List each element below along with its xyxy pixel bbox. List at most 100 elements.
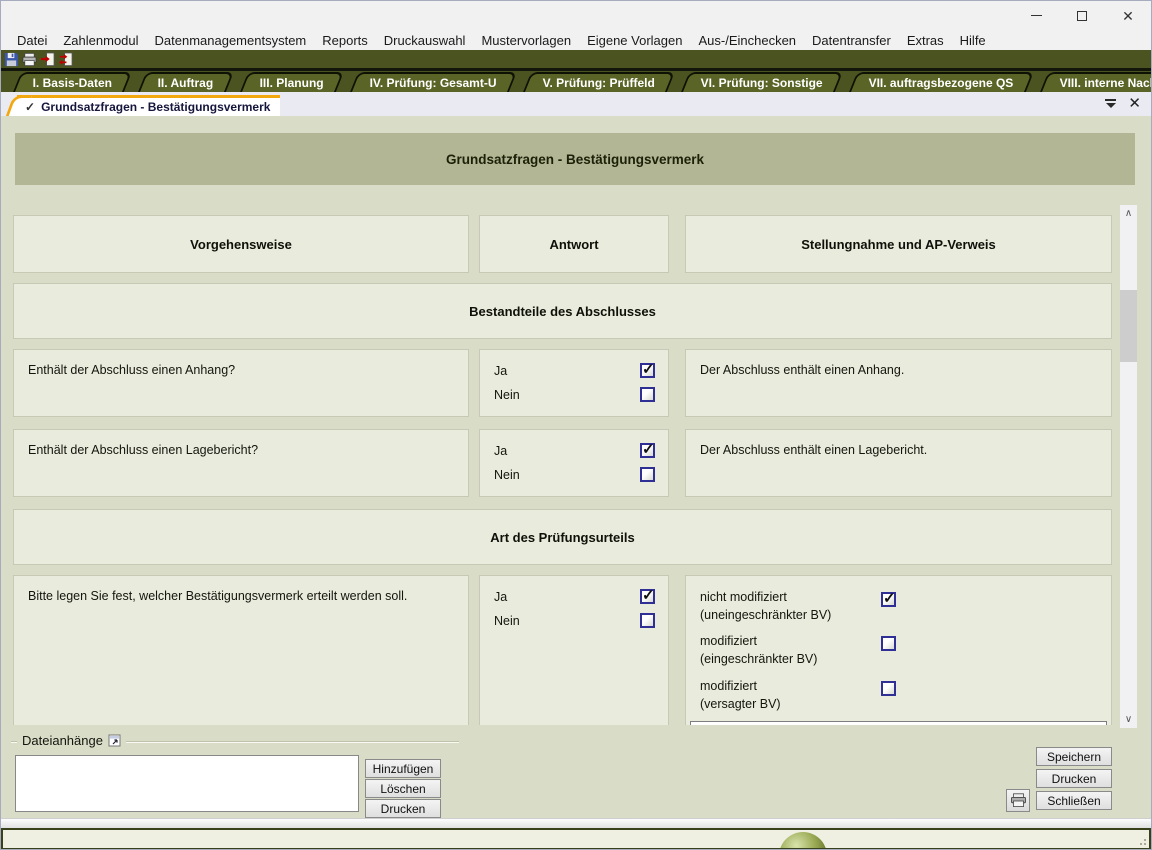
- tab-auftrag[interactable]: II. Auftrag: [138, 72, 234, 92]
- bv-option-label: nicht modifiziert(uneingeschränkter BV): [700, 588, 831, 624]
- answer-cell: Ja ✓ Nein: [479, 575, 669, 725]
- menu-reports[interactable]: Reports: [314, 33, 376, 48]
- section-row: Art des Prüfungsurteils: [13, 509, 1112, 565]
- main-tab-bar: I. Basis-Daten II. Auftrag III. Planung …: [1, 68, 1151, 92]
- tab-label: VIII. interne Nachschau: [1059, 76, 1152, 90]
- question-cell: Enthält der Abschluss einen Lagebericht?: [13, 429, 469, 497]
- app-window: ✕ Datei Zahlenmodul Datenmanagementsyste…: [0, 0, 1152, 850]
- menu-druckauswahl[interactable]: Druckauswahl: [376, 33, 474, 48]
- subtab-grundsatzfragen[interactable]: ✓ Grundsatzfragen - Bestätigungsvermerk: [17, 95, 280, 116]
- tab-label: I. Basis-Daten: [33, 76, 112, 90]
- minimize-button[interactable]: [1013, 1, 1059, 30]
- print-button[interactable]: Drucken: [1036, 769, 1112, 788]
- menu-datentransfer[interactable]: Datentransfer: [804, 33, 899, 48]
- add-attachment-button[interactable]: Hinzufügen: [365, 759, 441, 778]
- tab-interne-nachschau[interactable]: VIII. interne Nachschau: [1040, 72, 1152, 92]
- save-icon[interactable]: [4, 52, 19, 67]
- nein-checkbox[interactable]: [640, 387, 655, 402]
- column-header-stellungnahme: Stellungnahme und AP-Verweis: [685, 215, 1112, 273]
- document-tab-strip: ✓ Grundsatzfragen - Bestätigungsvermerk …: [1, 92, 1151, 116]
- menu-mustervorlagen[interactable]: Mustervorlagen: [473, 33, 579, 48]
- title-bar: ✕: [1, 1, 1151, 30]
- questionnaire-table: Vorgehensweise Antwort Stellungnahme und…: [1, 205, 1151, 728]
- bv-modifiziert-eingeschraenkt-checkbox[interactable]: [881, 636, 896, 651]
- tab-auftragsbezogene-qs[interactable]: VII. auftragsbezogene QS: [849, 72, 1034, 92]
- maximize-icon: [1077, 11, 1087, 21]
- bv-option: modifiziert(versagter BV): [700, 677, 896, 713]
- tab-list-dropdown-icon[interactable]: [1105, 99, 1116, 108]
- bv-modifiziert-versagt-checkbox[interactable]: [881, 681, 896, 696]
- menu-bar: Datei Zahlenmodul Datenmanagementsystem …: [1, 30, 1151, 50]
- table-row: Bitte legen Sie fest, welcher Bestätigun…: [13, 575, 1112, 725]
- menu-datenmanagementsystem[interactable]: Datenmanagementsystem: [147, 33, 315, 48]
- check-in-icon[interactable]: [40, 52, 55, 67]
- bv-options-cell: nicht modifiziert(uneingeschränkter BV) …: [685, 575, 1112, 725]
- section-row: Bestandteile des Abschlusses: [13, 283, 1112, 339]
- menu-zahlenmodul[interactable]: Zahlenmodul: [55, 33, 146, 48]
- table-row: Enthält der Abschluss einen Lagebericht?…: [13, 429, 1112, 497]
- resize-grip[interactable]: [1138, 837, 1146, 845]
- answer-cell: Ja ✓ Nein: [479, 349, 669, 417]
- status-bar: [1, 828, 1151, 849]
- close-form-button[interactable]: Schließen: [1036, 791, 1112, 810]
- print-icon[interactable]: [22, 52, 37, 67]
- tab-basis-daten[interactable]: I. Basis-Daten: [13, 72, 132, 92]
- save-button[interactable]: Speichern: [1036, 747, 1112, 766]
- bv-option: nicht modifiziert(uneingeschränkter BV) …: [700, 588, 896, 624]
- bv-option: modifiziert(eingeschränkter BV): [700, 632, 896, 668]
- menu-datei[interactable]: Datei: [9, 33, 55, 48]
- column-header-vorgehensweise: Vorgehensweise: [13, 215, 469, 273]
- tab-pruefung-prueffeld[interactable]: V. Prüfung: Prüffeld: [523, 72, 675, 92]
- scrollbar-thumb[interactable]: [1120, 290, 1137, 362]
- check-in-out-icon[interactable]: [58, 52, 73, 67]
- tab-planung[interactable]: III. Planung: [240, 72, 344, 92]
- ja-label: Ja: [494, 590, 507, 604]
- subtab-label: Grundsatzfragen - Bestätigungsvermerk: [41, 100, 270, 114]
- quick-print-button[interactable]: [1006, 789, 1030, 812]
- bv-option-label: modifiziert(versagter BV): [700, 677, 781, 713]
- scroll-down-arrow[interactable]: ∨: [1120, 711, 1137, 728]
- status-sphere-icon: [779, 832, 827, 849]
- ja-checkbox[interactable]: ✓: [640, 589, 655, 604]
- nein-checkbox[interactable]: [640, 613, 655, 628]
- tab-label: VI. Prüfung: Sonstige: [701, 76, 823, 90]
- question-cell: Enthält der Abschluss einen Anhang?: [13, 349, 469, 417]
- bv-free-text-input[interactable]: [690, 721, 1107, 725]
- attachments-listbox[interactable]: [15, 755, 359, 812]
- tab-pruefung-sonstige[interactable]: VI. Prüfung: Sonstige: [681, 72, 843, 92]
- status-divider: [1, 818, 1151, 828]
- menu-aus-einchecken[interactable]: Aus-/Einchecken: [690, 33, 804, 48]
- ja-checkbox[interactable]: ✓: [640, 363, 655, 378]
- comment-cell: Der Abschluss enthält einen Anhang.: [685, 349, 1112, 417]
- nein-label: Nein: [494, 614, 520, 628]
- attachments-group: Dateianhänge Hinzufügen Löschen Drucken: [11, 733, 459, 815]
- menu-hilfe[interactable]: Hilfe: [952, 33, 994, 48]
- answer-cell: Ja ✓ Nein: [479, 429, 669, 497]
- ja-checkbox[interactable]: ✓: [640, 443, 655, 458]
- nein-checkbox[interactable]: [640, 467, 655, 482]
- window-controls: ✕: [1013, 1, 1151, 30]
- column-header-antwort: Antwort: [479, 215, 669, 273]
- ja-label: Ja: [494, 364, 507, 378]
- table-header-row: Vorgehensweise Antwort Stellungnahme und…: [13, 215, 1112, 273]
- tab-label: IV. Prüfung: Gesamt-U: [370, 76, 497, 90]
- toolbar: [1, 50, 1151, 68]
- open-attachments-window-icon[interactable]: [108, 734, 121, 747]
- delete-attachment-button[interactable]: Löschen: [365, 779, 441, 798]
- check-icon: ✓: [25, 100, 35, 114]
- page-title: Grundsatzfragen - Bestätigungsvermerk: [15, 133, 1135, 185]
- nein-label: Nein: [494, 468, 520, 482]
- close-button[interactable]: ✕: [1105, 1, 1151, 30]
- menu-eigene-vorlagen[interactable]: Eigene Vorlagen: [579, 33, 690, 48]
- print-attachment-button[interactable]: Drucken: [365, 799, 441, 818]
- vertical-scrollbar: ∧ ∨: [1120, 205, 1137, 728]
- question-cell: Bitte legen Sie fest, welcher Bestätigun…: [13, 575, 469, 725]
- scroll-up-arrow[interactable]: ∧: [1120, 205, 1137, 222]
- bv-nicht-modifiziert-checkbox[interactable]: ✓: [881, 592, 896, 607]
- maximize-button[interactable]: [1059, 1, 1105, 30]
- bottom-panel: Dateianhänge Hinzufügen Löschen Drucken: [1, 728, 1151, 818]
- close-document-icon[interactable]: ✕: [1128, 96, 1141, 111]
- tab-pruefung-gesamt-u[interactable]: IV. Prüfung: Gesamt-U: [350, 72, 517, 92]
- attachments-legend: Dateianhänge: [22, 733, 103, 748]
- menu-extras[interactable]: Extras: [899, 33, 952, 48]
